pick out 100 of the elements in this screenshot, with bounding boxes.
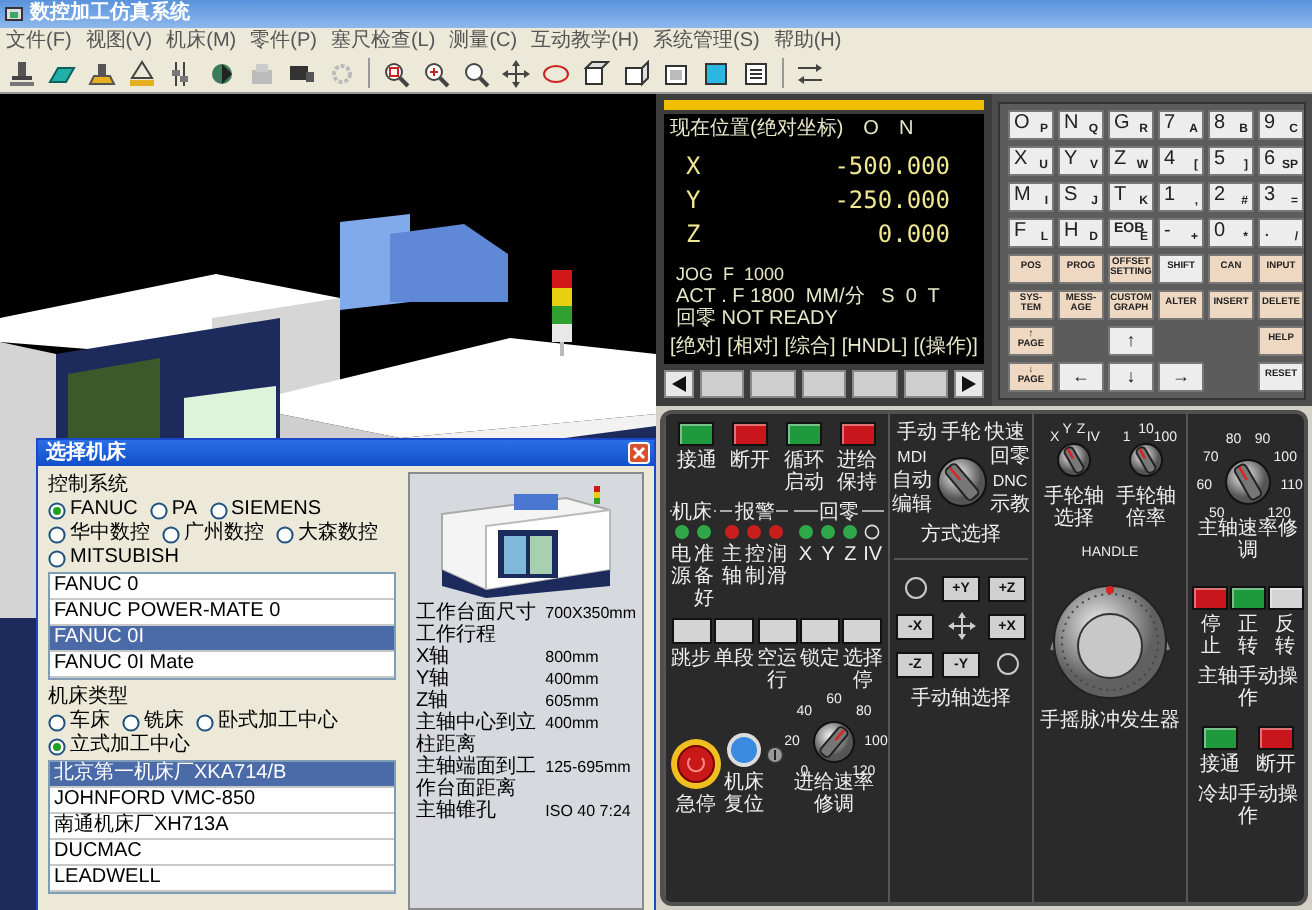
dial-knob[interactable]: [812, 720, 856, 764]
radio-label[interactable]: MITSUBISH: [70, 546, 179, 570]
dial-knob[interactable]: [935, 455, 987, 507]
panel-button[interactable]: [671, 618, 712, 644]
panel-button[interactable]: [1258, 726, 1294, 750]
radio-button[interactable]: [122, 713, 140, 731]
radio-button[interactable]: [48, 525, 66, 543]
radio-label[interactable]: 铣床: [144, 710, 184, 734]
radio-button[interactable]: [48, 501, 66, 519]
menu-item[interactable]: 测量(C): [449, 29, 518, 53]
radio-label[interactable]: PA: [171, 498, 198, 522]
softkey-button[interactable]: [664, 370, 694, 398]
radio-button[interactable]: [276, 525, 294, 543]
mode-label: 手轮: [941, 422, 981, 444]
list-box[interactable]: FANUC 0 FANUC POWER-MATE 0 FANUC 0I FANUC 0I Mate: [48, 572, 396, 680]
panel-label: 空运行: [755, 648, 799, 692]
keypad-key[interactable]: ←: [1058, 362, 1104, 392]
emergency-stop-button[interactable]: [670, 738, 722, 790]
panel-button[interactable]: [678, 422, 715, 446]
softkey-label[interactable]: [绝对]: [670, 336, 722, 360]
zoom-area-icon[interactable]: [382, 59, 410, 87]
panel-button[interactable]: [1267, 586, 1304, 610]
panel-button[interactable]: [1192, 586, 1229, 610]
keypad-key[interactable]: ↑: [1108, 326, 1154, 356]
radio-label[interactable]: 广州数控: [184, 522, 264, 546]
radio-label[interactable]: 华中数控: [70, 522, 150, 546]
softkey-button[interactable]: [801, 370, 847, 398]
list-item[interactable]: 北京第一机床厂XKA714/B: [50, 762, 394, 788]
mode-label: 示教: [990, 494, 1030, 516]
radio-label[interactable]: 大森数控: [298, 522, 378, 546]
list-item[interactable]: LEADWELL: [50, 866, 394, 892]
keypad-key[interactable]: →: [1158, 362, 1204, 392]
panel-button[interactable]: [732, 422, 769, 446]
list-item[interactable]: 南通机床厂XH713A: [50, 814, 394, 840]
close-button[interactable]: [628, 442, 650, 464]
move-arrows-icon[interactable]: [502, 59, 530, 87]
list-item[interactable]: JOHNFORD VMC-850: [50, 788, 394, 814]
panel-button[interactable]: [757, 618, 798, 644]
radio-button[interactable]: [48, 549, 66, 567]
list-item[interactable]: FANUC 0I Mate: [50, 652, 394, 678]
softkey-label[interactable]: [综合]: [784, 336, 836, 360]
menu-item[interactable]: 视图(V): [85, 29, 153, 53]
cube-icon[interactable]: [622, 59, 650, 87]
radio-label[interactable]: 立式加工中心: [70, 734, 190, 758]
softkey-button[interactable]: [700, 370, 745, 398]
cube-icon[interactable]: [702, 59, 730, 87]
reset-button[interactable]: [726, 732, 762, 768]
list-item[interactable]: FANUC 0I: [50, 626, 394, 652]
radio-button[interactable]: [196, 713, 214, 731]
cube-icon[interactable]: [662, 59, 690, 87]
panel-button[interactable]: [714, 618, 755, 644]
panel-label: 手摇脉冲发生器: [1038, 710, 1182, 732]
radio-button[interactable]: [162, 525, 180, 543]
panel-label: IV: [863, 544, 883, 566]
spec-value: 605mm: [545, 690, 601, 712]
menu-item[interactable]: 帮助(H): [773, 29, 842, 53]
panel-label: 手动轴选择: [911, 688, 1011, 710]
spec-value: 800mm: [545, 646, 601, 668]
clamp-icon[interactable]: [88, 59, 116, 87]
dial-knob[interactable]: [1056, 442, 1092, 478]
spec-label: 主轴锥孔: [416, 800, 498, 822]
menu-item[interactable]: 机床(M): [166, 29, 237, 53]
menu-item[interactable]: 互动教学(H): [531, 29, 639, 53]
cube-icon[interactable]: [582, 59, 610, 87]
radio-button[interactable]: [48, 713, 66, 731]
swap-arrows-icon[interactable]: [796, 59, 824, 87]
panel-label: 冷却手动操作: [1196, 784, 1300, 828]
menu-item[interactable]: 塞尺检查(L): [330, 29, 436, 53]
softkey-label[interactable]: [HNDL]: [841, 336, 908, 360]
radio-button[interactable]: [209, 501, 228, 519]
menu-item[interactable]: 文件(F): [6, 29, 72, 53]
panel-button[interactable]: [785, 422, 822, 446]
radio-label[interactable]: FANUC: [70, 498, 138, 522]
fixture-icon[interactable]: [128, 59, 156, 87]
panel-button[interactable]: [1202, 726, 1238, 750]
zoom-in-icon[interactable]: [422, 59, 450, 87]
dial-knob[interactable]: [1128, 442, 1164, 478]
panel-button[interactable]: [799, 618, 840, 644]
radio-button[interactable]: [149, 501, 168, 519]
softkey-button[interactable]: [903, 370, 949, 398]
panel-button[interactable]: [839, 422, 876, 446]
radio-label[interactable]: 卧式加工中心: [218, 710, 338, 734]
list-item[interactable]: FANUC 0: [50, 574, 394, 600]
softkey-label[interactable]: [相对]: [727, 336, 779, 360]
radio-label[interactable]: SIEMENS: [231, 498, 322, 522]
list-item[interactable]: DUCMAC: [50, 840, 394, 866]
softkey-button[interactable]: [954, 370, 985, 398]
list-box[interactable]: 北京第一机床厂XKA714/B JOHNFORD VMC-850 南通机床厂XH713A DUCMAC LEADWELL: [48, 760, 396, 894]
radio-label[interactable]: 车床: [70, 710, 110, 734]
radio-button[interactable]: [48, 737, 66, 755]
softkey-label[interactable]: [(操作)]: [913, 336, 978, 360]
press-icon[interactable]: [8, 59, 36, 87]
zoom-out-icon[interactable]: [462, 59, 490, 87]
list-icon[interactable]: [742, 59, 770, 87]
keypad-key[interactable]: ↓: [1108, 362, 1154, 392]
panel-button[interactable]: [842, 618, 883, 644]
menu-item[interactable]: 零件(P): [250, 29, 317, 53]
dial-knob[interactable]: [1224, 458, 1272, 506]
menu-item[interactable]: 系统管理(S): [652, 29, 760, 53]
panel-button[interactable]: [1230, 586, 1266, 610]
